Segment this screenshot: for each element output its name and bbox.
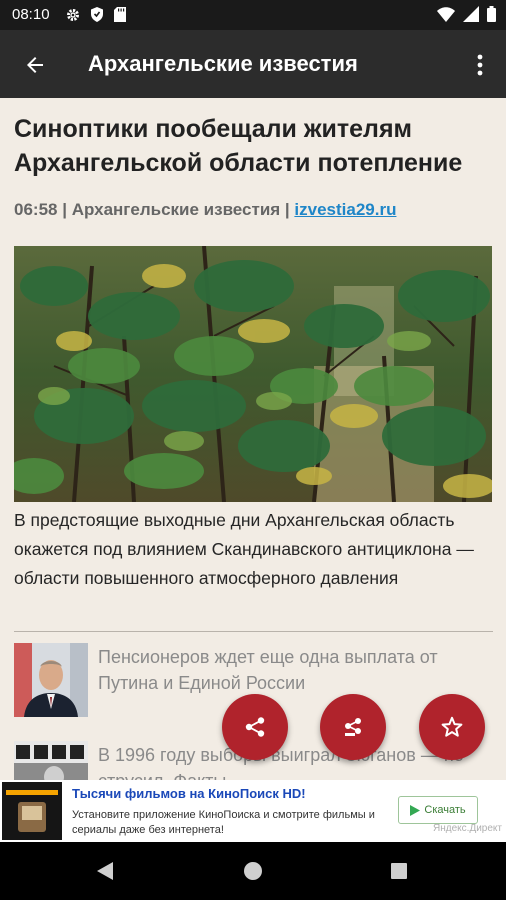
star-outline-icon xyxy=(441,716,463,737)
nav-home-button[interactable] xyxy=(240,858,266,884)
article-summary: В предстоящие выходные дни Архангельская… xyxy=(14,510,474,588)
meta-separator: | xyxy=(280,200,295,219)
ad-source: Яндекс.Директ xyxy=(433,823,502,834)
overflow-menu-button[interactable] xyxy=(468,48,492,82)
archive-photo xyxy=(14,741,88,781)
article-time: 06:58 xyxy=(14,200,58,219)
related-thumbnail xyxy=(14,741,88,781)
circle-home-icon xyxy=(244,862,262,880)
triangle-back-icon xyxy=(97,862,113,880)
share-icon xyxy=(245,717,265,737)
favorite-button[interactable] xyxy=(419,694,485,760)
forest-photo xyxy=(14,246,492,502)
meta-separator: | xyxy=(57,200,72,219)
ad-banner[interactable]: Тысячи фильмов на КиноПоиск HD! Установи… xyxy=(0,780,506,842)
related-thumbnail xyxy=(14,643,88,717)
ad-download-button[interactable]: Скачать xyxy=(398,796,478,824)
gear-icon xyxy=(67,8,79,21)
wifi-icon xyxy=(437,6,455,22)
article-image xyxy=(14,246,492,502)
nav-back-button[interactable] xyxy=(92,858,118,884)
share-button[interactable] xyxy=(222,694,288,760)
divider xyxy=(14,631,493,632)
status-time: 08:10 xyxy=(12,6,50,23)
sd-card-icon xyxy=(114,7,126,22)
square-recents-icon xyxy=(391,863,407,879)
ad-download-label: Скачать xyxy=(424,804,466,816)
app-toolbar: Архангельские известия xyxy=(0,30,506,98)
play-store-icon xyxy=(410,804,421,816)
arrow-left-icon xyxy=(27,57,43,73)
related-article-title: Пенсионеров ждет еще одна выплата от Пут… xyxy=(98,647,438,693)
ad-thumbnail xyxy=(2,782,62,840)
article-title: Синоптики пообещали жителям Архангельско… xyxy=(14,115,463,177)
back-button[interactable] xyxy=(18,48,52,82)
more-vertical-icon xyxy=(477,54,483,76)
status-bar: 08:10 xyxy=(0,0,506,30)
share-alt-icon xyxy=(345,718,361,736)
system-nav-bar xyxy=(0,842,506,900)
nav-recents-button[interactable] xyxy=(386,858,412,884)
person-photo xyxy=(14,643,88,717)
battery-icon xyxy=(487,6,496,22)
kinopoisk-ad-image xyxy=(2,782,62,840)
toolbar-title: Архангельские известия xyxy=(88,51,358,76)
status-right-icons xyxy=(437,6,496,22)
signal-icon xyxy=(463,6,479,22)
article-source-link[interactable]: izvestia29.ru xyxy=(294,200,396,219)
shield-icon xyxy=(91,7,103,22)
ad-title[interactable]: Тысячи фильмов на КиноПоиск HD! xyxy=(72,786,306,801)
status-left-icons xyxy=(66,7,126,22)
article-meta: 06:58 | Архангельские известия | izvesti… xyxy=(14,200,396,220)
ad-description: Установите приложение КиноПоиска и смотр… xyxy=(72,809,375,836)
share-alt-button[interactable] xyxy=(320,694,386,760)
article-source: Архангельские известия xyxy=(71,200,281,219)
